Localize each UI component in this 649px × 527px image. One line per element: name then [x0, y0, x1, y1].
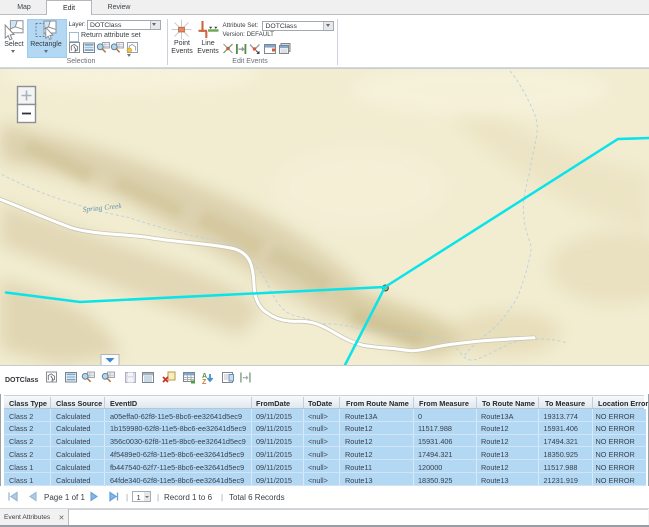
svg-text:Z: Z [202, 379, 207, 384]
